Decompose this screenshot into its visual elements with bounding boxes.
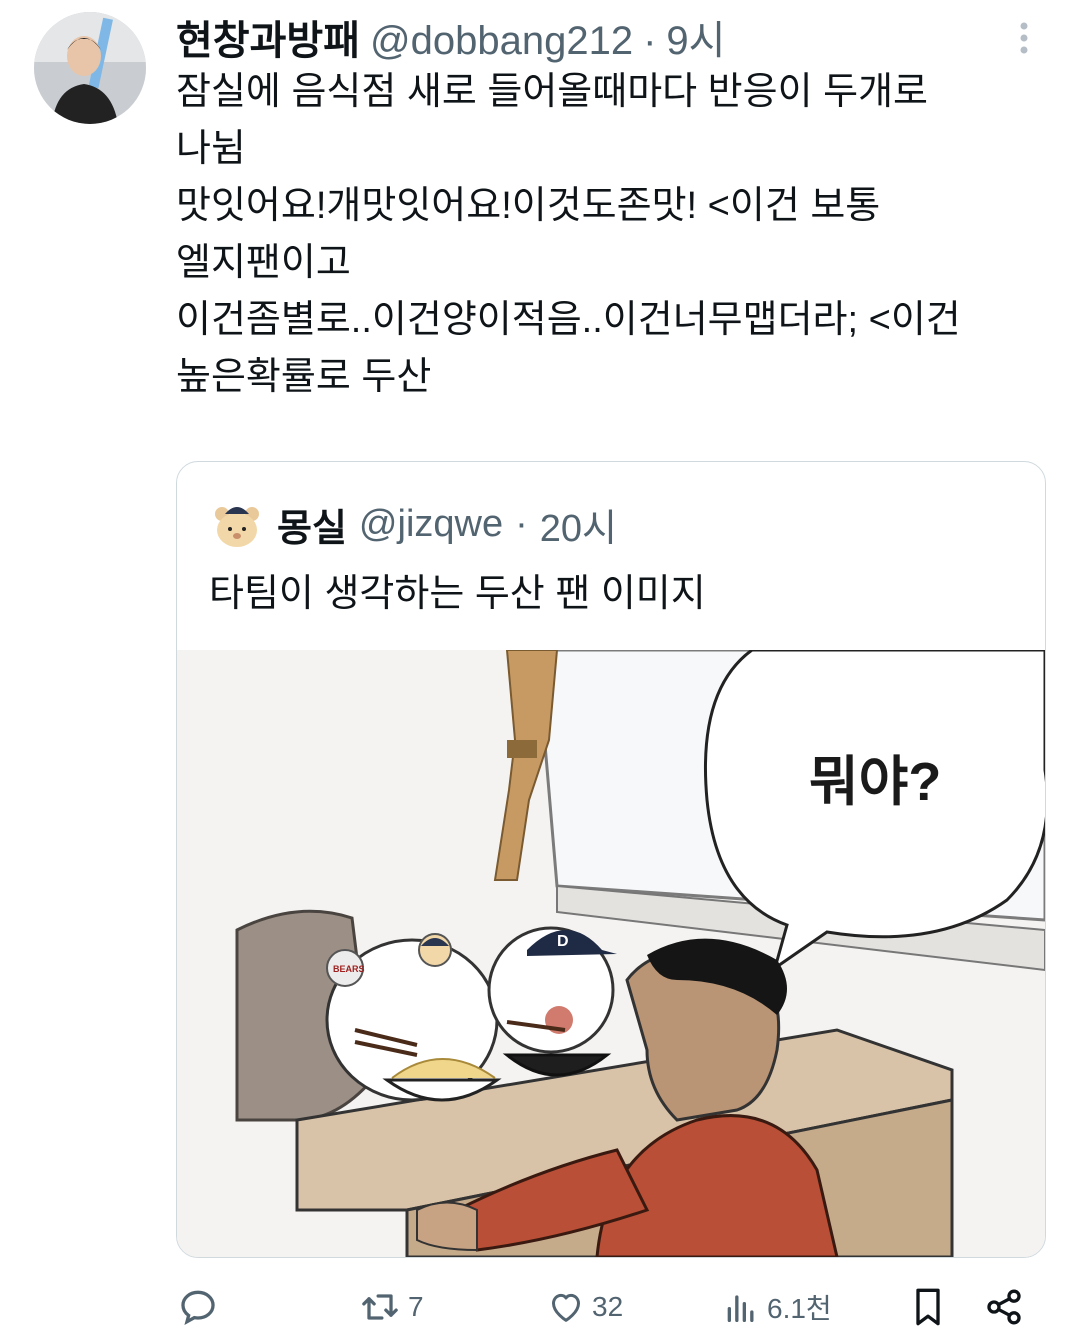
quote-author-name[interactable]: 몽실 <box>277 497 347 552</box>
bookmark-icon <box>916 1288 940 1326</box>
tweet-line: 엘지팬이고 <box>176 242 351 284</box>
reply-button[interactable] <box>176 1284 226 1330</box>
author-handle[interactable]: @dobbang212 <box>370 19 633 64</box>
more-vertical-icon[interactable] <box>1012 18 1036 58</box>
separator-dot: · <box>643 19 657 63</box>
like-icon <box>552 1293 580 1322</box>
views-icon <box>727 1295 754 1322</box>
tweet-text: 잠실에 음식점 새로 들어올때마다 반응이 두개로 나뉨 맛잇어요!개맛잇어요!… <box>176 64 1046 406</box>
retweet-button[interactable]: 7 <box>358 1284 424 1330</box>
baseball-text: BEARS <box>333 964 365 974</box>
quote-text: 타팀이 생각하는 두산 팬 이미지 <box>209 573 706 615</box>
reply-icon <box>181 1290 215 1325</box>
quote-media-image[interactable]: 뭐야? BEARS D <box>177 650 1045 1257</box>
tweet-time[interactable]: 9시 <box>666 8 725 66</box>
retweet-icon <box>362 1294 398 1320</box>
author-name[interactable]: 현창과방패 <box>176 8 360 66</box>
tweet-line: 높은확률로 두산 <box>176 356 432 398</box>
tweet-header: 현창과방패 @dobbang212 · 9시 <box>176 8 725 63</box>
share-button[interactable] <box>984 1284 1024 1330</box>
tweet-line: 맛잇어요!개맛잇어요!이것도존맛! <이건 보통 <box>176 185 881 227</box>
views-button[interactable]: 6.1천 <box>721 1284 832 1330</box>
quote-header: 몽실 @jizqwe · 20시 <box>209 494 617 554</box>
bookmark-button[interactable] <box>908 1284 948 1330</box>
quoted-tweet[interactable]: 몽실 @jizqwe · 20시 타팀이 생각하는 두산 팬 이미지 뭐야? B… <box>176 461 1046 1258</box>
tweet-line: 이건좀별로..이건양이적음..이건너무맵더라; <이건 <box>176 299 961 341</box>
tweet-actions: 7 32 6.1천 <box>176 1284 1056 1330</box>
tweet-line: 잠실에 음식점 새로 들어올때마다 반응이 두개로 <box>176 71 928 113</box>
quote-separator-dot: · <box>515 502 528 545</box>
quote-author-avatar[interactable] <box>209 496 265 552</box>
retweet-count: 7 <box>408 1291 424 1322</box>
speech-bubble-text: 뭐야? <box>809 752 941 812</box>
views-count: 6.1천 <box>767 1293 832 1324</box>
like-count: 32 <box>592 1291 624 1322</box>
tweet-line: 나뉨 <box>176 128 246 170</box>
like-button[interactable]: 32 <box>546 1284 623 1330</box>
quote-time[interactable]: 20시 <box>540 497 617 552</box>
author-avatar[interactable] <box>34 12 146 124</box>
share-icon <box>987 1289 1021 1325</box>
cap-letter: D <box>557 933 569 950</box>
quote-author-handle[interactable]: @jizqwe <box>359 503 503 546</box>
